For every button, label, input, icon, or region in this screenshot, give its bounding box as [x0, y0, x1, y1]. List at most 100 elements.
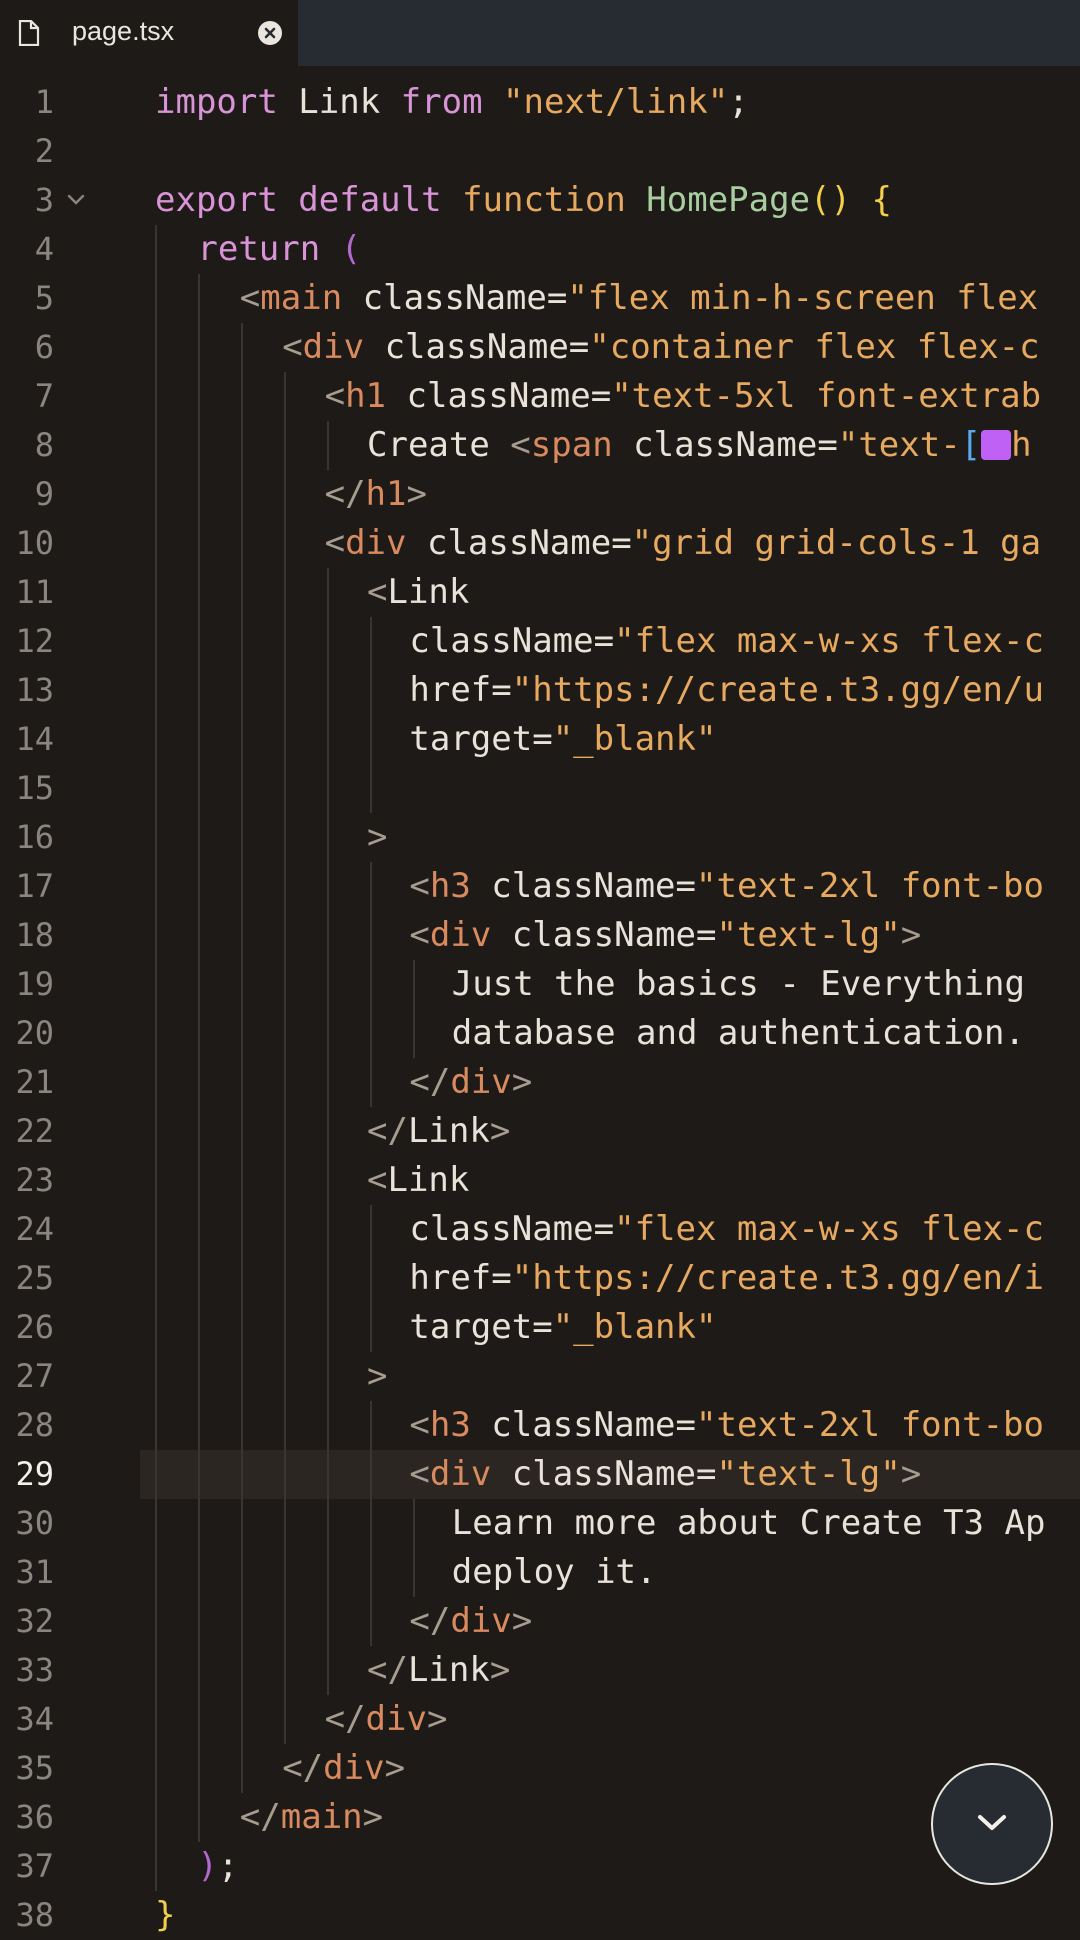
code-line[interactable]: 4 return (: [0, 225, 1080, 274]
code-line[interactable]: 28 <h3 className="text-2xl font-bo: [0, 1401, 1080, 1450]
code-token: "flex min-h-screen flex: [567, 278, 1039, 318]
code-line[interactable]: 17 <h3 className="text-2xl font-bo: [0, 862, 1080, 911]
line-number: 18: [15, 916, 54, 954]
code-line[interactable]: 10 <div className="grid grid-cols-1 ga: [0, 519, 1080, 568]
code-token: "text-: [837, 425, 961, 465]
indent-guide: [284, 1450, 286, 1499]
code-line[interactable]: 19 Just the basics - Everything: [0, 960, 1080, 1009]
line-number: 6: [34, 328, 54, 366]
color-swatch[interactable]: [981, 430, 1012, 460]
indent-guide: [284, 1548, 286, 1597]
line-number: 22: [15, 1112, 54, 1150]
indent-guide: [241, 1205, 243, 1254]
code-line[interactable]: 8 Create <span className="text-[h: [0, 421, 1080, 470]
code-line[interactable]: 21 </div>: [0, 1058, 1080, 1107]
code-token: Link: [387, 1160, 470, 1200]
code-line[interactable]: 29 <div className="text-lg">: [0, 1450, 1080, 1499]
code-line[interactable]: 23 <Link: [0, 1156, 1080, 1205]
code-line[interactable]: 24 className="flex max-w-xs flex-c: [0, 1205, 1080, 1254]
code-token: className=: [491, 1454, 717, 1494]
code-line[interactable]: 7 <h1 className="text-5xl font-extrab: [0, 372, 1080, 421]
code-line[interactable]: 6 <div className="container flex flex-c: [0, 323, 1080, 372]
code-line[interactable]: 3 export default function HomePage() {: [0, 176, 1080, 225]
code-text: Create <span className="text-[h: [367, 421, 1032, 470]
code-token: "grid grid-cols-1 ga: [631, 523, 1042, 563]
code-line[interactable]: 13 href="https://create.t3.gg/en/u: [0, 666, 1080, 715]
code-line[interactable]: 25 href="https://create.t3.gg/en/i: [0, 1254, 1080, 1303]
indent-guide: [198, 813, 200, 862]
code-token: HomePage: [646, 180, 811, 220]
line-number: 30: [15, 1504, 54, 1542]
indent-guide: [155, 1793, 157, 1842]
code-line[interactable]: 11 <Link: [0, 568, 1080, 617]
code-line[interactable]: 2: [0, 127, 1080, 176]
indent-guide: [155, 568, 157, 617]
code-line[interactable]: 32 </div>: [0, 1597, 1080, 1646]
code-line[interactable]: 18 <div className="text-lg">: [0, 911, 1080, 960]
code-token: h3: [429, 866, 471, 906]
code-text: <div className="grid grid-cols-1 ga: [325, 519, 1041, 568]
indent-guide: [198, 568, 200, 617]
indent-guide: [155, 1205, 157, 1254]
indent-guide: [327, 617, 329, 666]
code-line[interactable]: 33 </Link>: [0, 1646, 1080, 1695]
code-line[interactable]: 1 import Link from "next/link";: [0, 78, 1080, 127]
code-line[interactable]: 22 </Link>: [0, 1107, 1080, 1156]
indent-guide: [198, 911, 200, 960]
code-token: <: [409, 1454, 430, 1494]
code-line[interactable]: 35 </div>: [0, 1744, 1080, 1793]
indent-guide: [155, 1009, 157, 1058]
code-token: </: [409, 1601, 451, 1641]
code-line[interactable]: 5 <main className="flex min-h-screen flex: [0, 274, 1080, 323]
code-token: >: [367, 1356, 388, 1396]
code-line[interactable]: 20 database and authentication.: [0, 1009, 1080, 1058]
indent-guide: [198, 1303, 200, 1352]
code-text: target="_blank": [409, 1303, 716, 1352]
line-number: 37: [15, 1847, 54, 1885]
code-token: <: [239, 278, 261, 318]
indent-guide: [198, 715, 200, 764]
indent-guide: [155, 421, 157, 470]
indent-guide: [284, 568, 286, 617]
indent-guide: [155, 862, 157, 911]
indent-guide: [284, 764, 286, 813]
code-line[interactable]: 26 target="_blank": [0, 1303, 1080, 1352]
code-line[interactable]: 27 >: [0, 1352, 1080, 1401]
indent-guide: [198, 666, 200, 715]
code-line[interactable]: 30 Learn more about Create T3 Ap: [0, 1499, 1080, 1548]
indent-guide: [327, 1352, 329, 1401]
code-text: </main>: [240, 1793, 383, 1842]
code-line[interactable]: 15: [0, 764, 1080, 813]
indent-guide: [198, 1205, 200, 1254]
code-text: </div>: [325, 1695, 448, 1744]
code-line[interactable]: 16 >: [0, 813, 1080, 862]
code-text: </div>: [282, 1744, 405, 1793]
indent-guide: [241, 1058, 243, 1107]
code-editor[interactable]: 1 import Link from "next/link"; 2 3 export d…: [0, 66, 1080, 1935]
code-line[interactable]: 12 className="flex max-w-xs flex-c: [0, 617, 1080, 666]
code-line[interactable]: 14 target="_blank": [0, 715, 1080, 764]
indent-guide: [155, 470, 157, 519]
line-number: 1: [34, 83, 54, 121]
code-line[interactable]: 9 </h1>: [0, 470, 1080, 519]
scroll-to-bottom-button[interactable]: [931, 1763, 1053, 1885]
indent-guide: [198, 519, 200, 568]
code-token: "text-2xl font-bo: [696, 1405, 1044, 1445]
code-token: <: [367, 1160, 388, 1200]
tab-page-tsx[interactable]: page.tsx: [0, 0, 298, 66]
code-token: export default: [155, 180, 463, 220]
code-line[interactable]: 31 deploy it.: [0, 1548, 1080, 1597]
indent-guide: [284, 1205, 286, 1254]
code-token: Link: [407, 1111, 490, 1151]
code-line[interactable]: 37);: [0, 1842, 1080, 1891]
close-icon[interactable]: [258, 21, 282, 45]
code-token: "_blank": [552, 719, 717, 759]
code-token: "next/link": [482, 82, 729, 122]
code-line[interactable]: 38}: [0, 1891, 1080, 1940]
code-line[interactable]: 36 </main>: [0, 1793, 1080, 1842]
code-token: h1: [365, 474, 407, 514]
code-line[interactable]: 34 </div>: [0, 1695, 1080, 1744]
indent-guide: [155, 1107, 157, 1156]
code-token: main: [280, 1797, 363, 1837]
line-number: 5: [34, 279, 54, 317]
